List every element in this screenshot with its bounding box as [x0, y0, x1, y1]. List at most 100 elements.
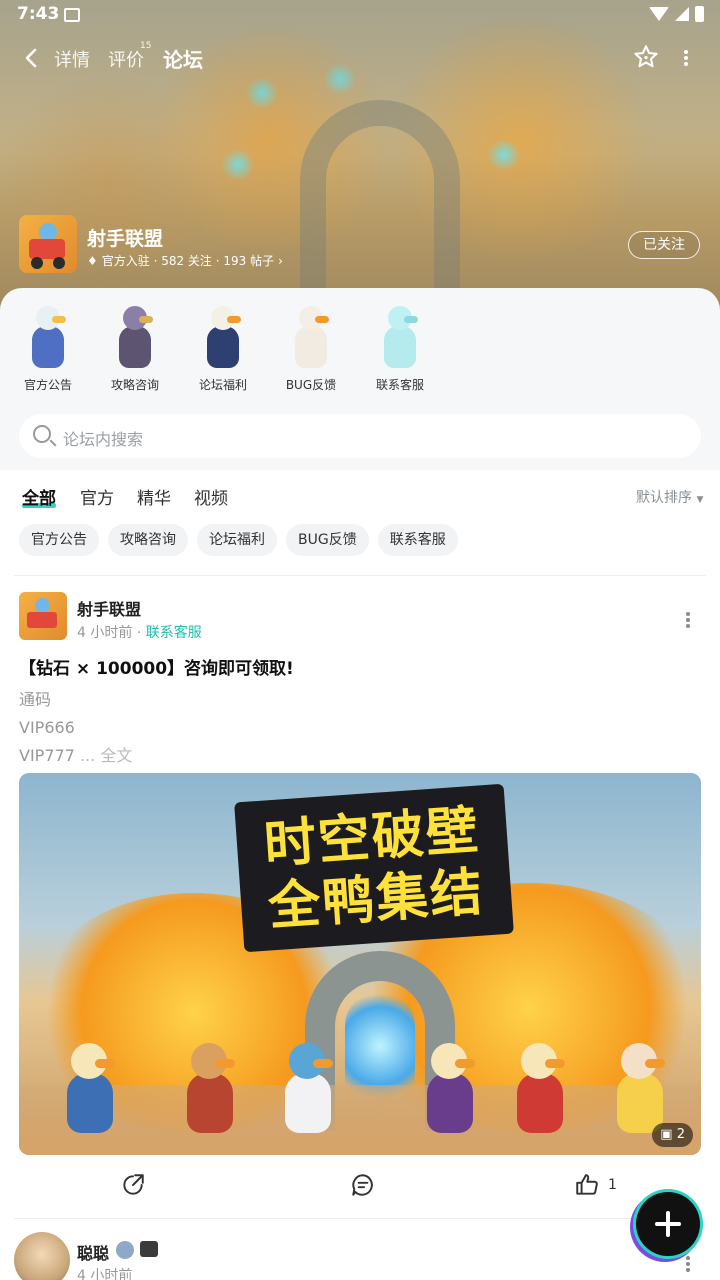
post-author-name[interactable]: 射手联盟: [77, 596, 141, 620]
post-body-line: VIP666: [19, 718, 75, 737]
ellipsis: ...: [79, 746, 96, 765]
post-filter-tabs: 全部 官方 精华 视频 默认排序 ▼: [0, 480, 720, 514]
forum-search-bar[interactable]: 论坛内搜索: [19, 414, 701, 458]
share-icon: [120, 1172, 146, 1198]
post-time: 4 小时前: [77, 625, 133, 641]
post-body-line: VIP777: [19, 746, 75, 765]
category-strategy[interactable]: 攻略咨询: [95, 300, 175, 393]
filter-tab-featured[interactable]: 精华: [137, 484, 171, 509]
chip-bug-report[interactable]: BUG反馈: [286, 524, 369, 556]
favorite-star-icon[interactable]: [632, 43, 660, 71]
post-body-line-last: VIP777 ... 全文: [19, 742, 132, 770]
category-mascot-icon: [193, 300, 253, 372]
thumbs-up-icon: [574, 1172, 600, 1198]
post-more-icon[interactable]: [686, 610, 690, 630]
status-bar: 7:43: [0, 0, 720, 30]
like-button[interactable]: 1: [574, 1172, 617, 1198]
battery-icon: [695, 6, 704, 22]
category-bug-report[interactable]: BUG反馈: [271, 300, 351, 393]
image-ground: [19, 1085, 701, 1155]
search-placeholder: 论坛内搜索: [63, 430, 144, 449]
new-post-plus-button[interactable]: [636, 1192, 700, 1256]
more-menu-icon[interactable]: [682, 48, 690, 68]
status-time: 7:43: [17, 4, 60, 24]
comment-icon: [350, 1172, 376, 1198]
chip-welfare[interactable]: 论坛福利: [197, 524, 277, 556]
image-duck-character: [179, 1037, 241, 1137]
tab-detail[interactable]: 详情: [54, 46, 90, 72]
filter-tab-all[interactable]: 全部: [22, 484, 56, 509]
category-label: BUG反馈: [285, 378, 337, 392]
post-author-name[interactable]: 聪聪: [77, 1240, 109, 1264]
sort-dropdown[interactable]: 默认排序 ▼: [636, 487, 703, 507]
wifi-icon: [649, 7, 669, 21]
post-body-line: 通码: [19, 690, 52, 709]
level-badge-icon: [116, 1241, 134, 1259]
divider: [14, 1218, 706, 1219]
chip-official-announcement[interactable]: 官方公告: [19, 524, 99, 556]
board-chips: 官方公告 攻略咨询 论坛福利 BUG反馈 联系客服: [19, 524, 458, 556]
post-meta: 4 小时前 · 联系客服: [77, 622, 202, 642]
tab-forum[interactable]: 论坛: [163, 44, 203, 75]
post-body[interactable]: 通码 VIP666 VIP777 ... 全文: [19, 686, 132, 770]
meta-separator: ·: [136, 625, 146, 641]
category-mascot-icon: [105, 300, 165, 372]
tab-review-label: 评价: [108, 50, 144, 71]
post-author-avatar[interactable]: [19, 592, 67, 640]
filter-tab-official[interactable]: 官方: [80, 484, 114, 509]
image-count: 2: [676, 1127, 685, 1142]
tab-review[interactable]: 评价 15: [108, 41, 151, 72]
category-official-announcement[interactable]: 官方公告: [8, 300, 88, 393]
category-mascot-icon: [370, 300, 430, 372]
chevron-right-icon: ›: [278, 253, 283, 268]
post-title[interactable]: 【钻石 × 100000】咨询即可领取!: [19, 654, 294, 679]
category-customer-service[interactable]: 联系客服: [360, 300, 440, 393]
share-button[interactable]: [120, 1172, 146, 1198]
sort-label: 默认排序: [636, 490, 692, 506]
search-icon: [33, 425, 51, 443]
follow-button[interactable]: 已关注: [628, 231, 700, 259]
read-more-link[interactable]: 全文: [100, 746, 132, 765]
divider: [14, 575, 706, 576]
post-time: 4 小时前: [77, 1268, 133, 1280]
category-mascot-icon: [18, 300, 78, 372]
forum-logo[interactable]: [19, 215, 77, 273]
post-more-icon[interactable]: [686, 1254, 690, 1274]
category-mascot-icon: [281, 300, 341, 372]
category-label: 联系客服: [375, 378, 424, 392]
comment-button[interactable]: [350, 1172, 376, 1198]
system-icons: [649, 6, 704, 22]
gallery-icon: ▣: [660, 1127, 673, 1142]
image-duck-character: [609, 1037, 671, 1137]
image-duck-character: [419, 1037, 481, 1137]
category-welfare[interactable]: 论坛福利: [183, 300, 263, 393]
image-notification-icon: [64, 8, 80, 22]
back-arrow-icon[interactable]: [20, 46, 44, 70]
post-image[interactable]: 时空破壁 全鸭集结 ▣ 2: [19, 773, 701, 1155]
chip-strategy[interactable]: 攻略咨询: [108, 524, 188, 556]
verified-diamond-icon: ♦: [87, 253, 98, 268]
image-duck-character: [59, 1037, 121, 1137]
filter-tab-video[interactable]: 视频: [194, 484, 228, 509]
post-author-avatar[interactable]: [14, 1232, 70, 1280]
forum-stats: 官方入驻 · 582 关注 · 193 帖子: [101, 254, 275, 268]
image-duck-character: [277, 1037, 339, 1137]
title-badge-icon: [140, 1241, 158, 1257]
category-label: 论坛福利: [198, 378, 247, 392]
image-duck-character: [509, 1037, 571, 1137]
category-row: 官方公告 攻略咨询 论坛福利 BUG反馈 联系客服: [0, 300, 720, 395]
image-count-badge: ▣ 2: [652, 1123, 693, 1147]
post-actions: 1: [0, 1166, 720, 1206]
image-title-art: 时空破壁 全鸭集结: [234, 783, 514, 953]
category-label: 攻略咨询: [110, 378, 159, 392]
forum-name: 射手联盟: [87, 228, 164, 250]
top-navigation: 详情 评价 15 论坛: [0, 38, 720, 82]
like-count: 1: [608, 1177, 617, 1193]
chip-customer-service[interactable]: 联系客服: [377, 524, 458, 556]
review-count-badge: 15: [140, 41, 152, 51]
category-label: 官方公告: [23, 378, 72, 392]
post-board-link[interactable]: 联系客服: [146, 625, 202, 641]
signal-icon: [675, 7, 689, 21]
forum-meta[interactable]: ♦ 官方入驻 · 582 关注 · 193 帖子 ›: [87, 252, 283, 269]
caret-down-icon: ▼: [696, 495, 704, 505]
